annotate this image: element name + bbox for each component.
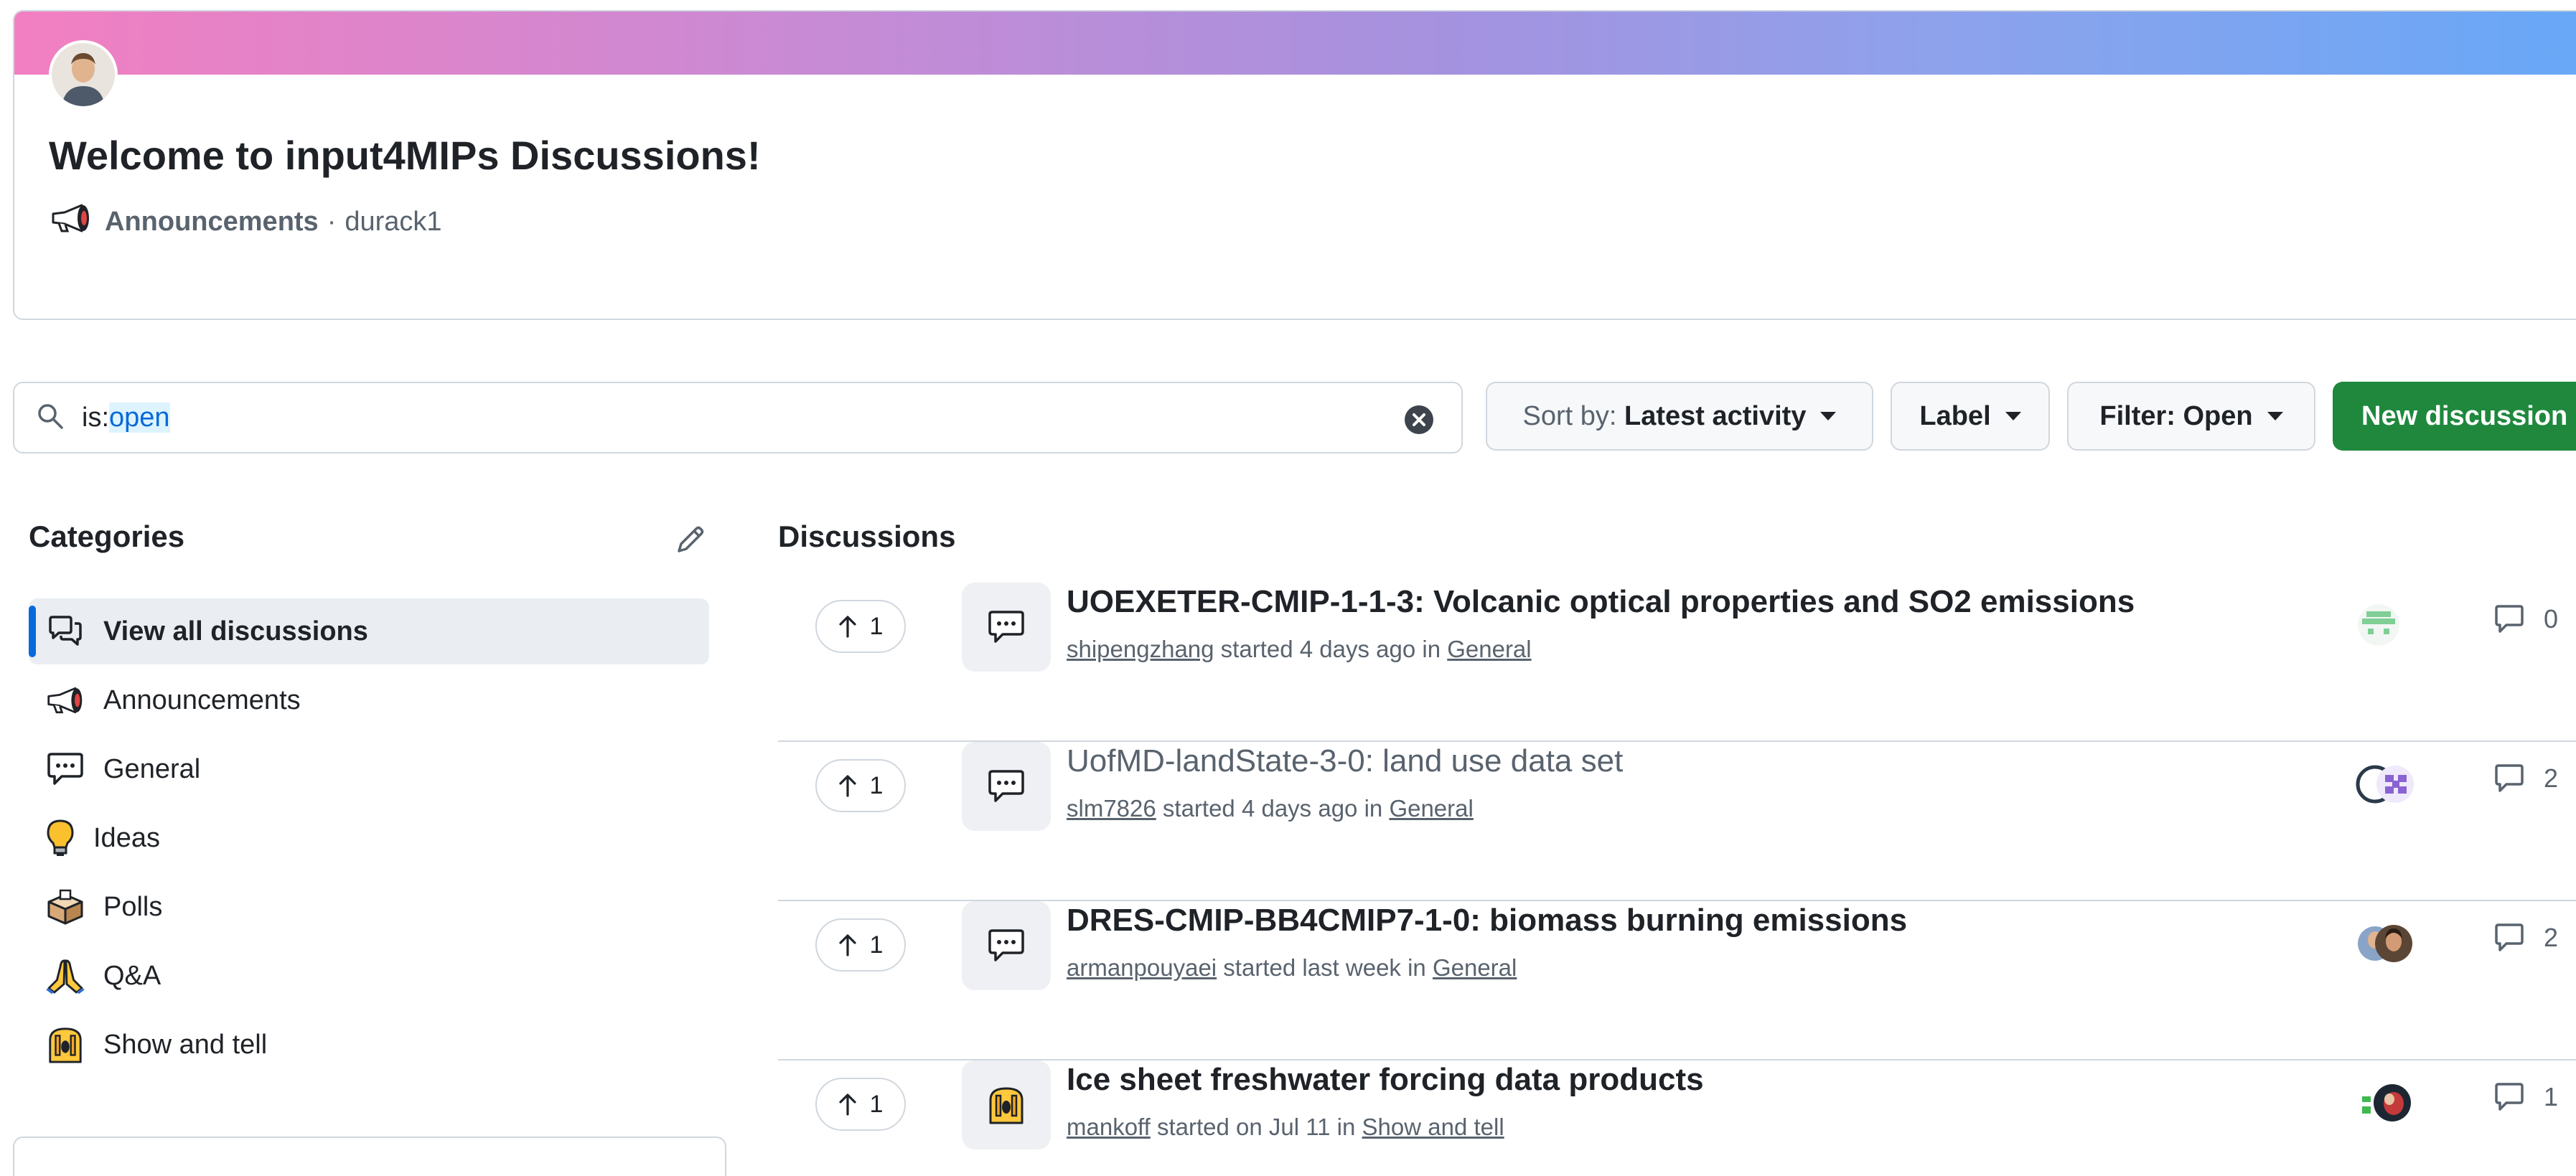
search-query-value: open: [109, 402, 170, 433]
speech-bubble-icon: [962, 901, 1051, 990]
welcome-category-link[interactable]: Announcements: [105, 207, 319, 237]
discussion-category-link[interactable]: General: [1433, 954, 1517, 981]
comment-count[interactable]: 2: [2493, 923, 2558, 953]
label-button[interactable]: Label: [1891, 382, 2050, 451]
discussion-author-link[interactable]: armanpouyaei: [1067, 954, 1217, 981]
pencil-icon[interactable]: [675, 524, 706, 555]
search-query: is:open: [82, 402, 170, 433]
welcome-author-link[interactable]: durack1: [345, 207, 441, 237]
new-discussion-button[interactable]: New discussion: [2333, 382, 2576, 451]
participant-avatars[interactable]: [2353, 600, 2432, 650]
upvote-button[interactable]: 1: [815, 1078, 906, 1131]
upvote-count: 1: [869, 931, 884, 959]
upvote-count: 1: [869, 771, 884, 799]
discussion-author-link[interactable]: shipengzhang: [1067, 636, 1214, 662]
welcome-card[interactable]: Welcome to input4MIPs Discussions! Annou…: [13, 10, 2576, 320]
category-view-all[interactable]: View all discussions: [29, 598, 709, 664]
welcome-title[interactable]: Welcome to input4MIPs Discussions!: [49, 132, 761, 179]
discussion-category-link[interactable]: General: [1447, 636, 1531, 662]
discussion-title[interactable]: DRES-CMIP-BB4CMIP7-1-0: biomass burning …: [1067, 903, 1907, 939]
comment-count[interactable]: 1: [2493, 1082, 2558, 1112]
discussion-author-link[interactable]: slm7826: [1067, 795, 1156, 822]
participant-avatars[interactable]: [2353, 1078, 2432, 1128]
discussion-row[interactable]: 1 DRES-CMIP-BB4CMIP7-1-0: biomass burnin…: [778, 901, 2576, 1060]
upvote-button[interactable]: 1: [815, 759, 906, 812]
discussion-meta: mankoff started on Jul 11 in Show and te…: [1067, 1114, 1504, 1140]
category-info-card: [13, 1137, 726, 1176]
speech-bubble-icon: [46, 750, 85, 789]
discussions-heading: Discussions: [778, 519, 956, 553]
discussion-title[interactable]: Ice sheet freshwater forcing data produc…: [1067, 1062, 1704, 1098]
arrow-up-icon: [838, 775, 856, 797]
welcome-banner: [14, 11, 2576, 75]
category-polls[interactable]: Polls: [29, 874, 709, 940]
discussion-meta: shipengzhang started 4 days ago in Gener…: [1067, 636, 1532, 662]
search-icon: [36, 402, 65, 434]
comment-icon: [2495, 605, 2524, 633]
chevron-down-icon: [2005, 412, 2021, 420]
upvote-count: 1: [869, 1090, 884, 1118]
discussion-row[interactable]: 1 Ice sheet freshwater forcing data prod…: [778, 1060, 2576, 1176]
categories-heading: Categories: [29, 519, 185, 553]
megaphone-icon: [50, 204, 92, 240]
category-qa[interactable]: Q&A: [29, 943, 709, 1009]
lightbulb-icon: [46, 819, 75, 857]
ballot-box-icon: [46, 888, 85, 926]
upvote-button[interactable]: 1: [815, 918, 906, 972]
category-announcements[interactable]: Announcements: [29, 667, 709, 733]
participant-avatars[interactable]: [2353, 759, 2432, 809]
comment-icon: [2495, 923, 2524, 951]
raising-hands-icon: [962, 1060, 1051, 1149]
speech-bubble-icon: [962, 742, 1051, 831]
clear-search-icon[interactable]: [1404, 405, 1434, 435]
chevron-down-icon: [1820, 412, 1837, 420]
megaphone-icon: [46, 681, 85, 720]
arrow-up-icon: [838, 934, 856, 956]
comment-icon: [2495, 1083, 2524, 1111]
category-general[interactable]: General: [29, 736, 709, 802]
discussion-meta: armanpouyaei started last week in Genera…: [1067, 954, 1517, 981]
participant-avatars[interactable]: [2353, 918, 2432, 969]
discussion-row[interactable]: 1 UOEXETER-CMIP-1-1-3: Volcanic optical …: [778, 583, 2576, 742]
discussion-title[interactable]: UOEXETER-CMIP-1-1-3: Volcanic optical pr…: [1067, 584, 2135, 620]
praying-hands-icon: [46, 956, 85, 995]
comment-count[interactable]: 0: [2493, 604, 2558, 634]
speech-bubble-icon: [962, 583, 1051, 672]
author-avatar[interactable]: [49, 40, 118, 109]
arrow-up-icon: [838, 616, 856, 638]
upvote-button[interactable]: 1: [815, 600, 906, 653]
category-show-and-tell[interactable]: Show and tell: [29, 1012, 709, 1078]
discussion-author-link[interactable]: mankoff: [1067, 1114, 1151, 1140]
discussion-row[interactable]: 1 UofMD-landState-3-0: land use data set…: [778, 742, 2576, 901]
filter-button[interactable]: Filter: Open: [2067, 382, 2315, 451]
welcome-meta: Announcements · durack1: [50, 204, 442, 240]
discussions-icon: [46, 612, 85, 651]
discussion-meta: slm7826 started 4 days ago in General: [1067, 795, 1474, 822]
sort-button[interactable]: Sort by: Latest activity: [1486, 382, 1873, 451]
category-ideas[interactable]: Ideas: [29, 805, 709, 871]
discussion-category-link[interactable]: General: [1389, 795, 1473, 822]
chevron-down-icon: [2267, 412, 2283, 420]
upvote-count: 1: [869, 612, 884, 640]
comment-count[interactable]: 2: [2493, 763, 2558, 794]
discussion-category-link[interactable]: Show and tell: [1362, 1114, 1504, 1140]
discussion-title[interactable]: UofMD-landState-3-0: land use data set: [1067, 743, 1623, 779]
arrow-up-icon: [838, 1093, 856, 1116]
search-input[interactable]: is:open: [13, 382, 1463, 453]
raising-hands-icon: [46, 1025, 85, 1064]
comment-icon: [2495, 764, 2524, 792]
meta-separator: ·: [327, 206, 337, 237]
